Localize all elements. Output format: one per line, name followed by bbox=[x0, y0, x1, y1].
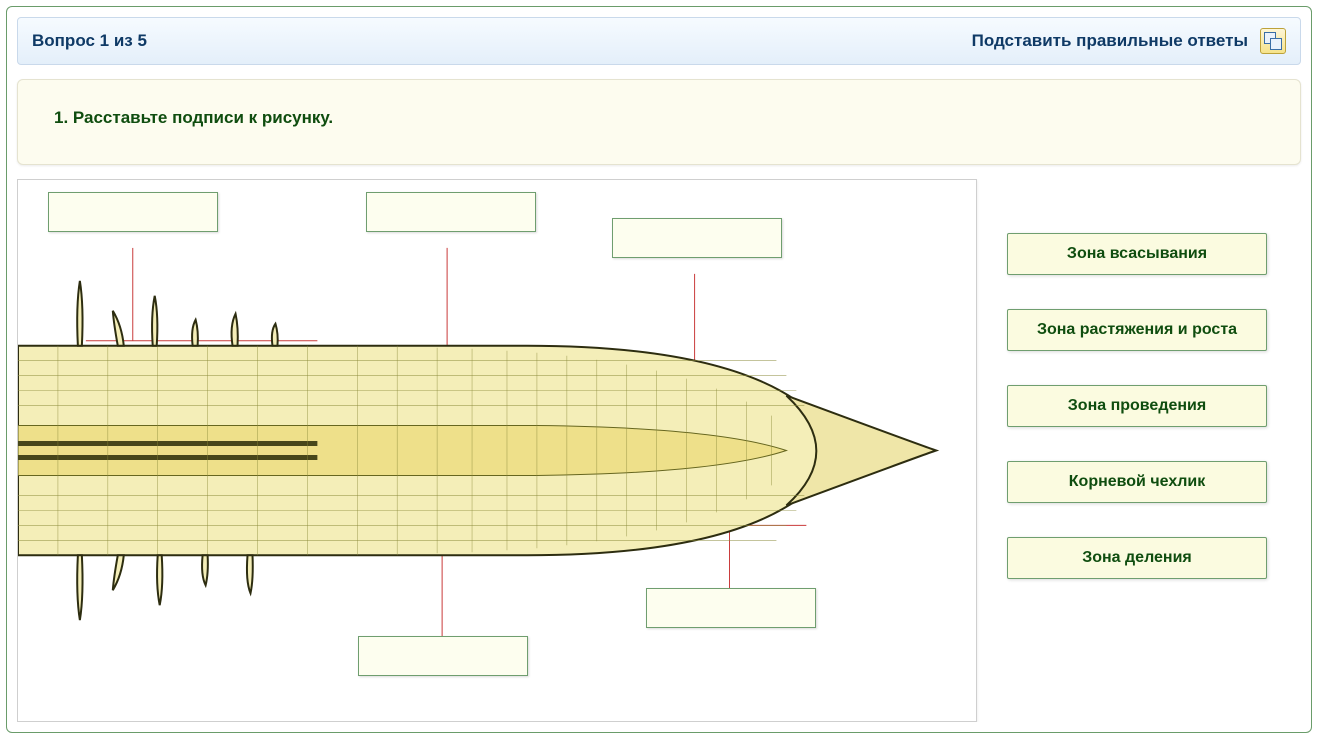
workspace: Зона всасывания Зона растяжения и роста … bbox=[17, 179, 1301, 722]
drop-target-2[interactable] bbox=[366, 192, 536, 232]
mode-label: Подставить правильные ответы bbox=[972, 31, 1248, 51]
drag-answer-icon[interactable] bbox=[1260, 28, 1286, 54]
diagram-panel[interactable] bbox=[17, 179, 977, 722]
answer-chip-3[interactable]: Зона проведения bbox=[1007, 385, 1267, 427]
question-text: 1. Расставьте подписи к рисунку. bbox=[54, 108, 333, 127]
drop-target-4[interactable] bbox=[358, 636, 528, 676]
drop-target-1[interactable] bbox=[48, 192, 218, 232]
question-progress: Вопрос 1 из 5 bbox=[32, 31, 147, 51]
drop-target-5[interactable] bbox=[646, 588, 816, 628]
answer-chip-1[interactable]: Зона всасывания bbox=[1007, 233, 1267, 275]
header-bar: Вопрос 1 из 5 Подставить правильные отве… bbox=[17, 17, 1301, 65]
drop-target-3[interactable] bbox=[612, 218, 782, 258]
answer-chip-2[interactable]: Зона растяжения и роста bbox=[1007, 309, 1267, 351]
answer-chip-5[interactable]: Зона деления bbox=[1007, 537, 1267, 579]
answers-column: Зона всасывания Зона растяжения и роста … bbox=[997, 179, 1301, 722]
answer-chip-4[interactable]: Корневой чехлик bbox=[1007, 461, 1267, 503]
question-box: 1. Расставьте подписи к рисунку. bbox=[17, 79, 1301, 165]
header-right: Подставить правильные ответы bbox=[972, 28, 1286, 54]
app-frame: Вопрос 1 из 5 Подставить правильные отве… bbox=[6, 6, 1312, 733]
